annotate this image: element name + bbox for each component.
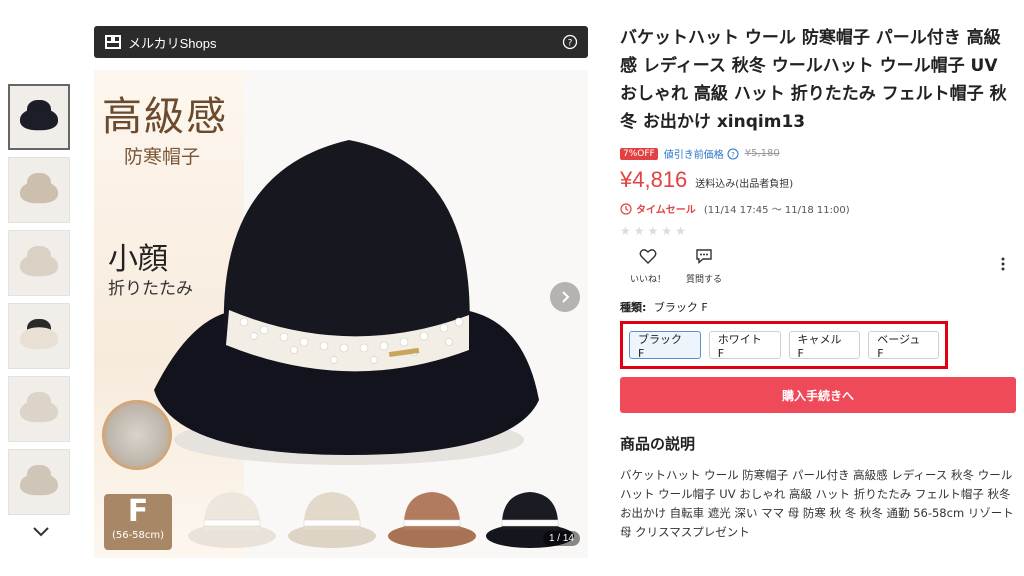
price-row: ¥4,816 送料込み(出品者負担)	[620, 167, 1016, 193]
warmth-illustration	[102, 400, 172, 470]
shop-header-bar: メルカリShops ?	[94, 26, 588, 58]
thumbnail-list	[8, 84, 74, 522]
shop-logo-icon	[105, 35, 121, 49]
description-heading: 商品の説明	[620, 435, 696, 453]
heart-icon	[639, 249, 657, 264]
main-product-image[interactable]: 高級感 防寒帽子 小顔 折りたたみ F (56-58cm) 1 / 14	[94, 70, 588, 558]
thumbnail-hat-image	[20, 473, 58, 496]
thumbnail-item[interactable]	[8, 230, 70, 296]
thumbnail-hat-image	[20, 254, 58, 277]
thumbnail-item[interactable]	[8, 303, 70, 369]
thumbnail-hat-image	[20, 108, 58, 131]
variant-option-black[interactable]: ブラック F	[629, 331, 701, 360]
old-price: ¥5,180	[744, 148, 780, 159]
question-button[interactable]: 質問する	[676, 246, 732, 285]
chevron-right-icon	[562, 291, 570, 303]
buy-button[interactable]: 購入手続きへ	[620, 377, 1016, 413]
next-image-button[interactable]	[550, 282, 580, 312]
time-sale-label: タイムセール	[636, 205, 696, 216]
variant-option-camel[interactable]: キャメル F	[788, 331, 861, 360]
time-sale-row: タイムセール (11/14 17:45 〜 11/18 11:00)	[620, 201, 1016, 216]
star-icon: ★	[647, 224, 659, 238]
thumbnail-hat-image	[20, 400, 58, 423]
rating-stars: ★ ★ ★ ★ ★	[620, 224, 1016, 238]
help-icon[interactable]: ?	[562, 34, 578, 50]
price: ¥4,816	[620, 167, 688, 192]
size-range: (56-58cm)	[111, 530, 165, 541]
thumbnail-item[interactable]	[8, 84, 70, 150]
variant-option-beige[interactable]: ベージュ F	[868, 331, 940, 360]
shop-name[interactable]: メルカリShops	[128, 33, 216, 52]
action-row: いいね！ 質問する	[620, 246, 1016, 285]
thumbnail-hat-image	[20, 327, 58, 350]
more-vertical-icon[interactable]	[1000, 256, 1006, 272]
star-icon: ★	[633, 224, 645, 238]
star-icon: ★	[675, 224, 686, 238]
chat-bubble-icon	[696, 249, 712, 265]
type-label: 種類:	[620, 301, 647, 314]
svg-text:?: ?	[568, 39, 573, 49]
variant-selector: ブラック F ホワイト F キャメル F ベージュ F	[620, 321, 948, 369]
question-label: 質問する	[685, 275, 722, 285]
off-badge: 7%OFF	[620, 147, 658, 160]
chevron-down-icon[interactable]	[30, 520, 52, 542]
clock-icon	[620, 202, 632, 215]
thumbnail-item[interactable]	[8, 376, 70, 442]
type-value: ブラック F	[653, 301, 708, 314]
svg-text:?: ?	[731, 151, 735, 159]
thumbnail-item[interactable]	[8, 157, 70, 223]
black-hat-image	[154, 140, 539, 465]
question-circle-icon[interactable]: ?	[727, 148, 739, 160]
star-icon: ★	[620, 224, 631, 238]
like-button[interactable]: いいね！	[620, 246, 676, 285]
variant-hat-beige-image	[288, 492, 376, 548]
variant-hat-white-image	[188, 492, 276, 548]
product-title: バケットハット ウール 防寒帽子 パール付き 高級感 レディース 秋冬 ウールハ…	[620, 28, 1007, 132]
shipping-note: 送料込み(出品者負担)	[695, 179, 794, 190]
variant-option-white[interactable]: ホワイト F	[708, 331, 781, 360]
product-info-panel: バケットハット ウール 防寒帽子 パール付き 高級感 レディース 秋冬 ウールハ…	[620, 24, 1016, 542]
discount-row: 7%OFF 値引き前価格 ? ¥5,180	[620, 146, 1016, 161]
variant-hat-camel-image	[388, 492, 476, 548]
size-letter: F	[127, 494, 149, 529]
type-row: 種類: ブラック F	[620, 299, 1016, 315]
time-sale-period: (11/14 17:45 〜 11/18 11:00)	[703, 205, 850, 216]
image-counter: 1 / 14	[542, 531, 580, 546]
like-label: いいね！	[629, 275, 666, 285]
thumbnail-item[interactable]	[8, 449, 70, 515]
thumbnail-hat-image	[20, 181, 58, 204]
star-icon: ★	[661, 224, 673, 238]
size-badge: F (56-58cm)	[104, 494, 172, 550]
product-description: バケットハット ウール 防寒帽子 パール付き 高級感 レディース 秋冬 ウールハ…	[620, 468, 1014, 539]
discount-label[interactable]: 値引き前価格	[664, 146, 724, 161]
